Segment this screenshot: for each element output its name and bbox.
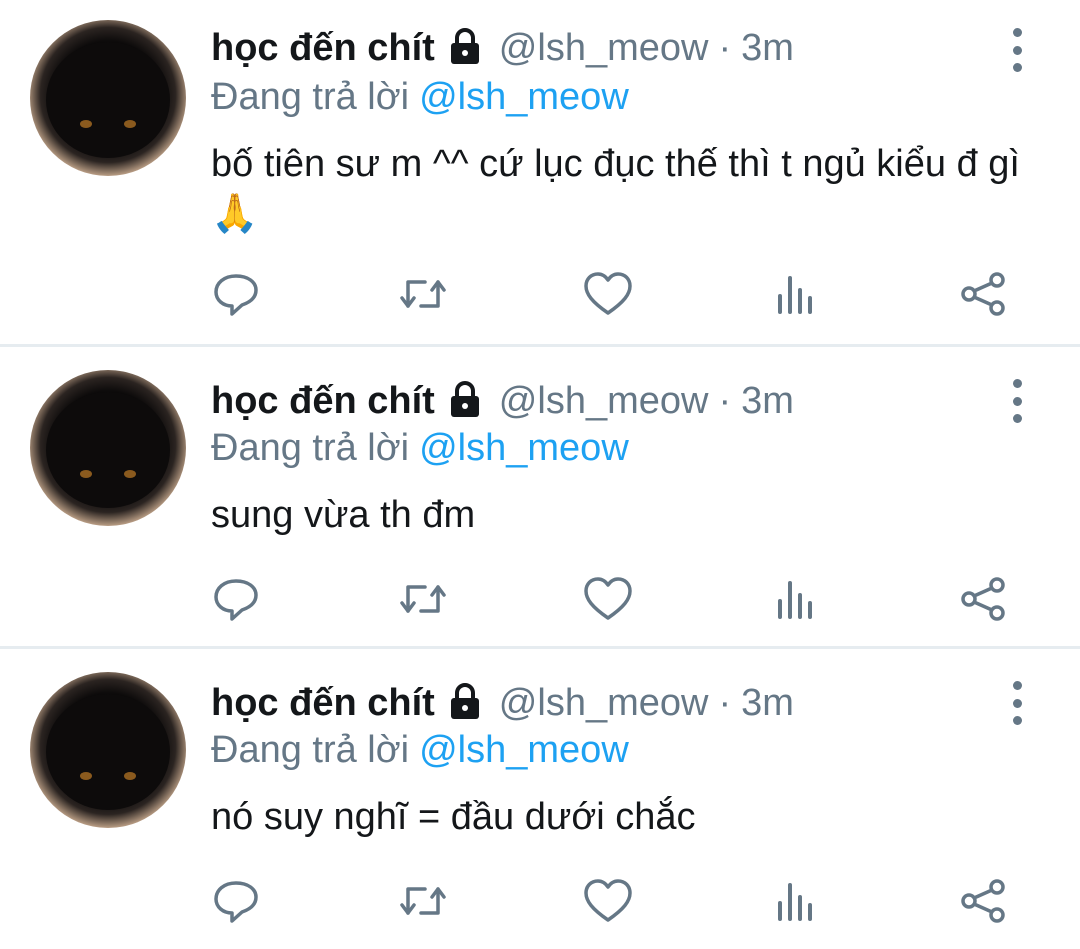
tweet-text: bố tiên sư m ^^ cứ lục đục thế thì t ngủ… <box>211 143 1020 235</box>
reply-icon <box>214 881 258 923</box>
heart-icon <box>584 577 632 620</box>
separator: · <box>718 379 732 422</box>
share-icon <box>961 272 1005 316</box>
heart-icon <box>584 272 632 315</box>
avatar[interactable] <box>30 672 186 828</box>
timestamp[interactable]: 3m <box>741 380 794 423</box>
more-vertical-icon[interactable] <box>1000 681 1034 725</box>
handle[interactable]: @lsh_meow <box>499 380 709 423</box>
replying-mention-link[interactable]: @lsh_meow <box>419 729 629 771</box>
lock-icon <box>445 681 485 726</box>
analytics-icon <box>778 276 812 314</box>
display-name[interactable]: học đến chít <box>211 380 435 423</box>
analytics-icon <box>778 581 812 619</box>
share-icon <box>961 879 1005 923</box>
lock-icon <box>445 26 485 71</box>
lock-icon <box>445 379 485 424</box>
avatar[interactable] <box>30 370 186 526</box>
analytics-button[interactable] <box>770 573 822 625</box>
retweet-icon <box>400 585 446 613</box>
like-button[interactable] <box>582 875 634 927</box>
tweet-feed: học đến chít @lsh_meow · 3m Đang trả lời… <box>0 0 1080 949</box>
tweet-header: học đến chít @lsh_meow · 3m <box>211 675 794 731</box>
display-name[interactable]: học đến chít <box>211 27 435 70</box>
avatar-cat-image <box>46 42 170 158</box>
tweet[interactable]: học đến chít @lsh_meow · 3m Đang trả lời… <box>0 0 1080 345</box>
share-button[interactable] <box>957 573 1009 625</box>
analytics-button[interactable] <box>770 268 822 320</box>
share-button[interactable] <box>957 875 1009 927</box>
avatar-cat-image <box>46 694 170 810</box>
replying-mention-link[interactable]: @lsh_meow <box>419 76 629 118</box>
replying-prefix: Đang trả lời <box>211 76 410 118</box>
like-button[interactable] <box>582 573 634 625</box>
retweet-icon <box>400 280 446 308</box>
analytics-button[interactable] <box>770 875 822 927</box>
replying-prefix: Đang trả lời <box>211 729 410 771</box>
display-name[interactable]: học đến chít <box>211 682 435 725</box>
share-button[interactable] <box>957 268 1009 320</box>
handle[interactable]: @lsh_meow <box>499 682 709 725</box>
retweet-button[interactable] <box>397 573 449 625</box>
tweet-text: nó suy nghĩ = đầu dưới chắc <box>211 796 696 838</box>
replying-to: Đang trả lời @lsh_meow <box>211 76 629 119</box>
replying-mention-link[interactable]: @lsh_meow <box>419 427 629 469</box>
share-icon <box>961 577 1005 621</box>
like-button[interactable] <box>582 268 634 320</box>
separator: · <box>718 26 732 69</box>
timestamp[interactable]: 3m <box>741 27 794 70</box>
tweet[interactable]: học đến chít @lsh_meow · 3m Đang trả lời… <box>0 347 1080 647</box>
replying-to: Đang trả lời @lsh_meow <box>211 729 629 772</box>
more-vertical-icon[interactable] <box>1000 28 1034 72</box>
reply-button[interactable] <box>210 875 262 927</box>
avatar[interactable] <box>30 20 186 176</box>
reply-icon <box>214 579 258 621</box>
retweet-icon <box>400 887 446 915</box>
reply-icon <box>214 274 258 316</box>
tweet-text: sung vừa th đm <box>211 494 476 536</box>
tweet[interactable]: học đến chít @lsh_meow · 3m Đang trả lời… <box>0 649 1080 949</box>
more-vertical-icon[interactable] <box>1000 379 1034 423</box>
tweet-header: học đến chít @lsh_meow · 3m <box>211 373 794 429</box>
analytics-icon <box>778 883 812 921</box>
replying-to: Đang trả lời @lsh_meow <box>211 427 629 470</box>
retweet-button[interactable] <box>397 268 449 320</box>
timestamp[interactable]: 3m <box>741 682 794 725</box>
reply-button[interactable] <box>210 268 262 320</box>
separator: · <box>718 681 732 724</box>
heart-icon <box>584 879 632 922</box>
avatar-cat-image <box>46 392 170 508</box>
tweet-header: học đến chít @lsh_meow · 3m <box>211 20 794 76</box>
reply-button[interactable] <box>210 573 262 625</box>
retweet-button[interactable] <box>397 875 449 927</box>
replying-prefix: Đang trả lời <box>211 427 410 469</box>
handle[interactable]: @lsh_meow <box>499 27 709 70</box>
